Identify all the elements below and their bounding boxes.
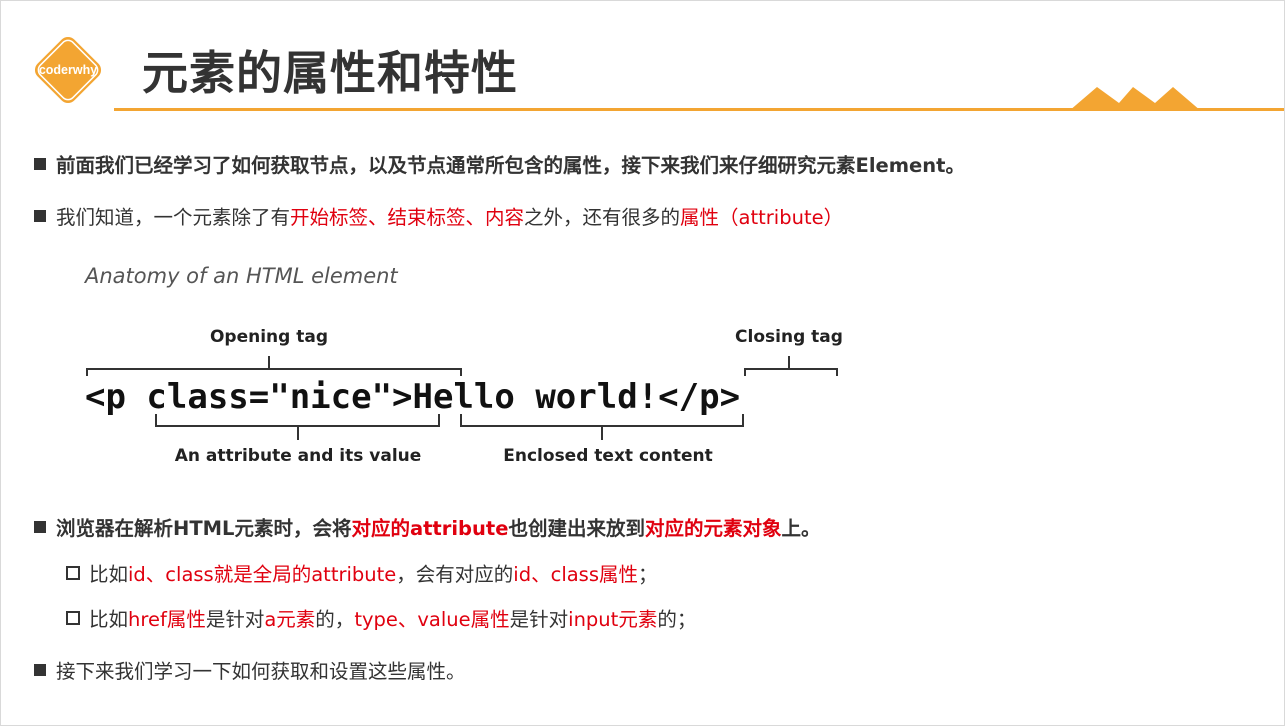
opening-tag-bracket [86,356,462,376]
bullet-2-part-3: 之外，还有很多的 [524,206,681,229]
slide: coderwhy 元素的属性和特性 前面我们已经学习了如何获取节点，以及节点通常… [0,0,1285,726]
bullet-3-part-3: 也创建出来放到 [508,517,645,540]
bullet-1: 前面我们已经学习了如何获取节点，以及节点通常所包含的属性，接下来我们来仔细研究元… [34,149,965,178]
sub-bullet-2-part-1: 比如 [89,608,129,631]
closing-tag-label: Closing tag [735,327,843,347]
bullet-4-text: 接下来我们学习一下如何获取和设置这些属性。 [56,660,466,683]
html-anatomy-figure: Anatomy of an HTML element Opening tag C… [83,264,843,466]
bullet-3: 浏览器在解析HTML元素时，会将 对应的attribute 也创建出来放到 对应的元素… [34,512,821,541]
bullet-1-text: 前面我们已经学习了如何获取节点，以及节点通常所包含的属性，接下来我们来仔细研究元… [56,154,965,177]
attribute-bracket [155,414,440,440]
sub-bullet-1-part-3: ，会有对应的 [396,563,514,586]
bullet-2: 我们知道，一个元素除了有 开始标签、结束标签、内容 之外，还有很多的 属性（attri… [34,201,843,230]
figure-caption: Anatomy of an HTML element [83,264,398,288]
opening-tag-label: Opening tag [210,327,328,347]
coderwhy-logo: coderwhy [34,36,102,104]
bullet-3-part-2: 对应的attribute [351,517,509,540]
logo-text: coderwhy [39,63,97,77]
sub-bullet-1-part-2: id、class就是全局的attribute [128,563,397,586]
attribute-label: An attribute and its value [175,446,422,466]
bullet-4: 接下来我们学习一下如何获取和设置这些属性。 [34,655,466,684]
content-bracket [460,414,744,440]
bullet-3-part-1: 浏览器在解析HTML元素时，会将 [56,517,352,540]
bullet-marker [34,209,46,222]
sub-bullet-2-part-4: a元素 [264,608,316,631]
code-open-tag: <p class="nice"> [85,377,413,417]
code-line: <p class="nice">Hello world!</p> [85,377,740,417]
content-label: Enclosed text content [503,446,712,466]
sub-bullet-1-part-1: 比如 [89,563,129,586]
closing-tag-bracket [744,356,838,376]
sub-bullet-2-part-8: input元素 [568,608,658,631]
mountains-decoration [1069,87,1201,111]
code-content: Hello world! [413,377,659,417]
code-close-tag: </p> [658,377,740,417]
bullet-3-part-5: 上。 [781,517,821,540]
bullet-marker [34,157,46,170]
bullet-marker [34,520,46,533]
sub-bullet-marker [66,610,80,625]
sub-bullet-2-part-6: type、value属性 [354,608,510,631]
sub-bullet-2-part-2: href属性 [128,608,206,631]
sub-bullet-2: 比如 href属性 是针对 a元素 的， type、value属性 是针对 input元素 的； [66,603,696,632]
sub-bullet-1-part-4: id、class属性 [513,563,638,586]
sub-bullet-2-part-5: 的， [315,608,355,631]
sub-bullet-2-part-3: 是针对 [205,608,265,631]
page-title: 元素的属性和特性 [142,46,518,100]
sub-bullet-1-part-5: ； [638,563,658,586]
bullet-marker [34,663,46,676]
bullet-2-part-1: 我们知道，一个元素除了有 [56,206,291,229]
sub-bullet-marker [66,565,80,580]
sub-bullet-2-part-9: 的； [657,608,697,631]
sub-bullet-2-part-7: 是针对 [509,608,569,631]
bullet-3-part-4: 对应的元素对象 [644,517,782,540]
bullet-2-part-2: 开始标签、结束标签、内容 [290,206,525,229]
bullet-2-part-4: 属性（attribute） [680,206,844,229]
sub-bullet-1: 比如 id、class就是全局的attribute ，会有对应的 id、class属性… [66,558,658,587]
